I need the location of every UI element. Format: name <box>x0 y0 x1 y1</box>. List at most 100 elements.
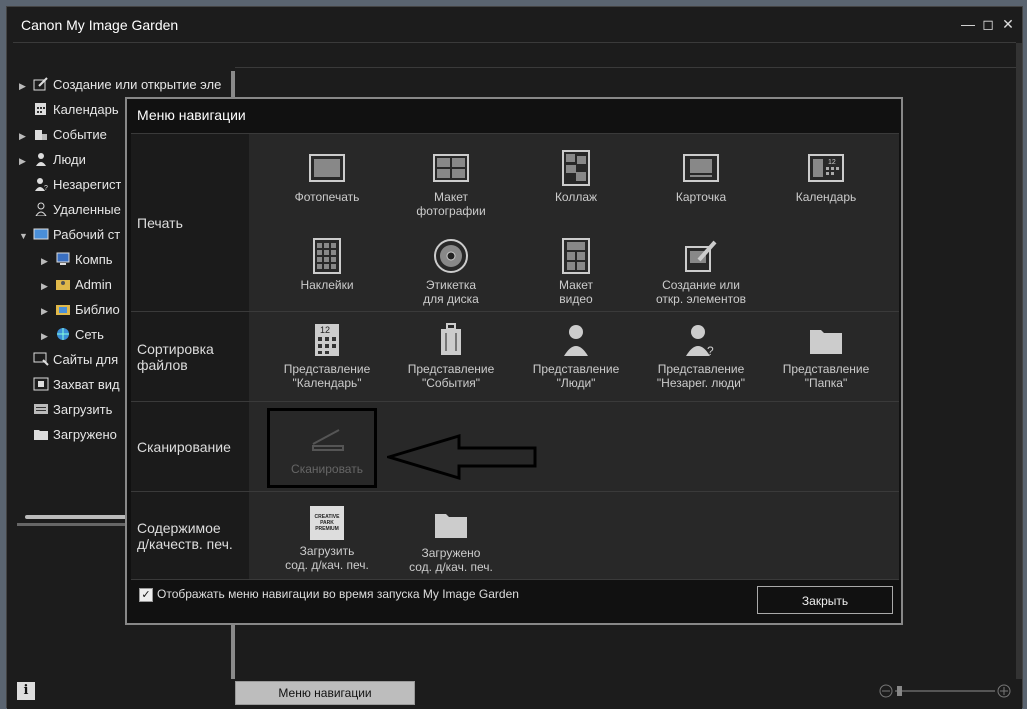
print-section-body: Фотопечать Макет фотографии Коллаж Карто… <box>249 134 899 312</box>
sidebar-item-label: Сеть <box>75 327 104 342</box>
expand-arrow-icon[interactable]: ▶ <box>41 276 51 295</box>
tile-disc-label[interactable]: Этикетка для диска <box>389 232 513 318</box>
sidebar-item-deleted[interactable]: Удаленные <box>19 200 121 220</box>
dialog-title: Меню навигации <box>137 107 246 123</box>
sort-section: Сортировка файлов 12 Представление "Кален… <box>131 311 899 402</box>
collapse-arrow-icon[interactable]: ▼ <box>19 226 29 245</box>
minimize-icon[interactable]: — <box>959 15 977 33</box>
show-on-startup-checkbox[interactable]: ✓ <box>139 588 153 602</box>
sort-section-body: 12 Представление "Календарь" Представлен… <box>249 312 899 402</box>
title-bar: Canon My Image Garden — ◻ ✕ <box>7 7 1022 43</box>
content-section: Содержимое д/качеств. печ. CREATIVE PARK … <box>131 491 899 580</box>
section-label-content: Содержимое д/качеств. печ. <box>131 492 249 580</box>
tile-label: Фотопечать <box>294 190 360 204</box>
expand-arrow-icon[interactable]: ▶ <box>41 301 51 320</box>
tile-photo-layout[interactable]: Макет фотографии <box>389 144 513 230</box>
calendar-icon <box>35 103 46 115</box>
sidebar-item-people[interactable]: ▶ Люди <box>19 150 86 170</box>
zoom-slider[interactable] <box>879 683 1011 699</box>
unregistered-person-icon: ? <box>686 325 714 358</box>
svg-text:?: ? <box>707 344 714 358</box>
photo-layout-icon <box>433 154 469 182</box>
tile-label: Представление <box>657 362 745 376</box>
section-label-scan: Сканирование <box>131 402 249 492</box>
sidebar-item-downloaded[interactable]: Загружено <box>19 425 117 445</box>
tile-label: откр. элементов <box>656 292 746 306</box>
sidebar-item-download[interactable]: Загрузить <box>19 400 112 420</box>
sidebar-item-label: Admin <box>75 277 112 292</box>
sidebar-item-library[interactable]: ▶ Библио <box>41 300 120 320</box>
tile-label: Карточка <box>675 190 727 204</box>
navigation-menu-button[interactable]: Меню навигации <box>235 681 415 705</box>
toolbar-divider <box>235 67 1016 68</box>
tile-video-layout[interactable]: Макет видео <box>514 232 638 318</box>
checkbox-label: Отображать меню навигации во время запус… <box>157 587 519 601</box>
folder-icon <box>435 514 467 538</box>
window-title: Canon My Image Garden <box>21 17 179 33</box>
expand-arrow-icon[interactable]: ▶ <box>41 326 51 345</box>
tile-card[interactable]: Карточка <box>639 144 763 230</box>
tile-collage[interactable]: Коллаж <box>514 144 638 230</box>
print-section: Печать Фотопечать Макет фотографии Колла… <box>131 133 899 312</box>
navigation-dialog: Меню навигации Печать Фотопечать Макет ф… <box>125 97 903 625</box>
sidebar-item-desktop[interactable]: ▼ Рабочий ст <box>19 225 120 245</box>
event-icon <box>35 130 47 140</box>
folder-icon <box>810 330 842 354</box>
sidebar-item-calendar[interactable]: Календарь <box>19 100 119 120</box>
close-button[interactable]: Закрыть <box>757 586 893 614</box>
svg-text:12: 12 <box>828 159 836 166</box>
sidebar-item-admin[interactable]: ▶ Admin <box>41 275 112 295</box>
sidebar-item-event[interactable]: ▶ Событие <box>19 125 107 145</box>
person-icon <box>564 325 588 356</box>
tile-label: Этикетка <box>425 278 477 292</box>
sidebar-item-label: Событие <box>53 127 107 142</box>
section-label-line: файлов <box>137 357 188 373</box>
sidebar-item-unregistered[interactable]: ? Незарегист <box>19 175 121 195</box>
tile-create-open[interactable]: Создание или откр. элементов <box>639 232 763 318</box>
user-folder-icon <box>56 280 70 290</box>
title-divider <box>13 42 1016 43</box>
svg-text:12: 12 <box>320 325 330 335</box>
tile-downloaded-content[interactable]: Загружено сод. д/кач. печ. <box>389 500 513 586</box>
tile-photo-print[interactable]: Фотопечать <box>265 144 389 230</box>
expand-arrow-icon[interactable]: ▶ <box>19 126 29 145</box>
tile-label: Коллаж <box>554 190 598 204</box>
tile-label: "Календарь" <box>292 376 362 390</box>
sidebar-item-label: Удаленные <box>53 202 121 217</box>
sidebar-item-video-capture[interactable]: Захват вид <box>19 375 120 395</box>
sidebar-item-network[interactable]: ▶ Сеть <box>41 325 104 345</box>
sidebar-item-label: Незарегист <box>53 177 122 192</box>
tile-calendar[interactable]: 12 Календарь <box>764 144 888 230</box>
sidebar-item-computer[interactable]: ▶ Компь <box>41 250 113 270</box>
info-icon[interactable]: i <box>17 682 35 700</box>
tile-calendar-view[interactable]: 12 Представление "Календарь" <box>265 316 389 402</box>
video-layout-icon <box>562 238 590 274</box>
sidebar-item-label: Захват вид <box>53 377 120 392</box>
calendar-view-icon: 12 <box>315 324 339 356</box>
tile-label: сод. д/кач. печ. <box>409 560 493 574</box>
desktop-icon <box>33 228 49 240</box>
sidebar-item-label: Календарь <box>53 102 119 117</box>
tile-unregistered-view[interactable]: ? Представление "Незарег. люди" <box>639 316 763 402</box>
tile-stickers[interactable]: Наклейки <box>265 232 389 318</box>
sidebar-item-create[interactable]: ▶ Создание или открытие эле <box>19 75 221 95</box>
expand-arrow-icon[interactable]: ▶ <box>41 251 51 270</box>
card-icon <box>683 154 719 182</box>
close-icon[interactable]: ✕ <box>999 15 1017 33</box>
expand-arrow-icon[interactable]: ▶ <box>19 76 29 95</box>
tile-events-view[interactable]: Представление "События" <box>389 316 513 402</box>
section-label-sort: Сортировка файлов <box>131 312 249 402</box>
sidebar-item-sites[interactable]: Сайты для <box>19 350 118 370</box>
folder-icon <box>34 430 48 440</box>
expand-arrow-icon[interactable]: ▶ <box>19 151 29 170</box>
main-scrollbar[interactable] <box>1016 43 1022 683</box>
maximize-icon[interactable]: ◻ <box>979 15 997 33</box>
tile-people-view[interactable]: Представление "Люди" <box>514 316 638 402</box>
tile-label: Представление <box>283 362 371 376</box>
tile-download-content[interactable]: CREATIVE PARK PREMIUM Загрузить сод. д/к… <box>265 500 389 586</box>
calendar-icon: 12 <box>808 154 844 182</box>
tile-folder-view[interactable]: Представление "Папка" <box>764 316 888 402</box>
tile-label: Макет <box>559 278 593 292</box>
photo-print-icon <box>309 154 345 182</box>
tile-label: сод. д/кач. печ. <box>285 558 369 572</box>
